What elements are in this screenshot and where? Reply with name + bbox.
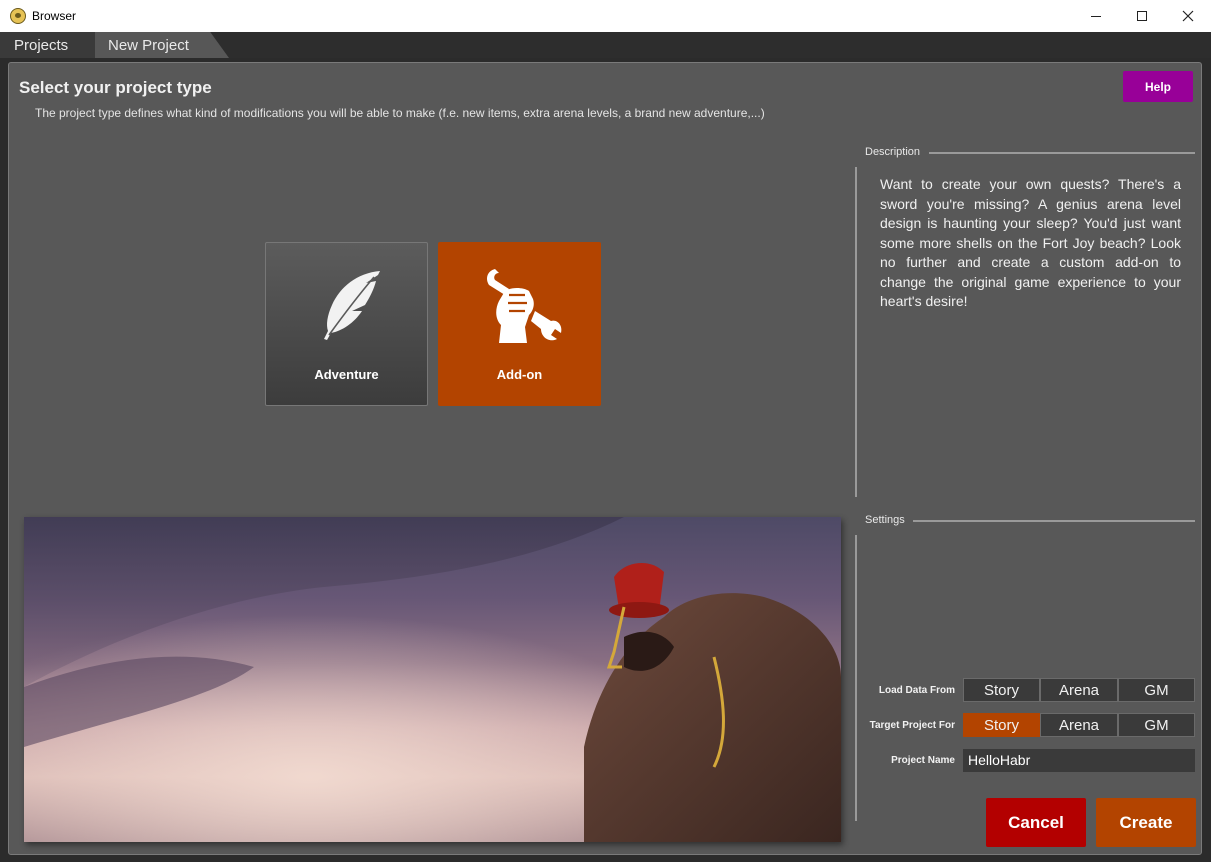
wrench-fist-icon	[486, 269, 561, 343]
description-label: Description	[865, 146, 921, 158]
maximize-icon	[1137, 11, 1147, 21]
description-text: Want to create your own quests? There's …	[880, 176, 1181, 309]
project-preview-image	[24, 517, 841, 842]
description-border	[855, 167, 857, 497]
window-title: Browser	[32, 9, 77, 23]
load-data-arena-button[interactable]: Arena	[1040, 678, 1118, 702]
tab-new-project[interactable]: New Project	[95, 32, 229, 58]
load-data-from-label: Load Data From	[878, 685, 955, 696]
project-name-label: Project Name	[891, 755, 955, 766]
description-divider	[929, 152, 1195, 154]
target-arena-button[interactable]: Arena	[1040, 713, 1118, 737]
settings-border	[855, 535, 857, 821]
load-data-gm-button[interactable]: GM	[1118, 678, 1195, 702]
app-icon	[10, 8, 26, 24]
project-type-label: Add-on	[496, 367, 543, 382]
page-title: Select your project type	[19, 78, 212, 97]
maximize-button[interactable]	[1119, 0, 1165, 32]
tab-projects[interactable]: Projects	[0, 32, 95, 58]
settings-label: Settings	[865, 514, 905, 526]
target-story-button[interactable]: Story	[963, 713, 1040, 737]
load-data-story-button[interactable]: Story	[963, 678, 1040, 702]
project-type-label: Adventure	[314, 367, 379, 382]
target-project-for-label: Target Project For	[869, 720, 955, 731]
minimize-icon	[1091, 15, 1101, 17]
tab-bar: Projects New Project	[0, 32, 1211, 58]
close-button[interactable]	[1165, 0, 1211, 32]
target-gm-button[interactable]: GM	[1118, 713, 1195, 737]
project-name-input[interactable]: HelloHabr	[963, 749, 1195, 772]
project-type-addon[interactable]: Add-on	[438, 242, 601, 406]
project-type-adventure[interactable]: Adventure	[265, 242, 428, 406]
create-button[interactable]: Create	[1096, 798, 1196, 847]
feather-icon	[323, 271, 380, 340]
minimize-button[interactable]	[1073, 0, 1119, 32]
settings-divider	[913, 520, 1195, 522]
close-icon	[1182, 10, 1194, 22]
title-bar: Browser	[0, 0, 1211, 32]
new-project-panel: Select your project type The project typ…	[8, 62, 1202, 855]
page-subtitle: The project type defines what kind of mo…	[35, 106, 765, 120]
help-button[interactable]: Help	[1123, 71, 1193, 102]
cancel-button[interactable]: Cancel	[986, 798, 1086, 847]
